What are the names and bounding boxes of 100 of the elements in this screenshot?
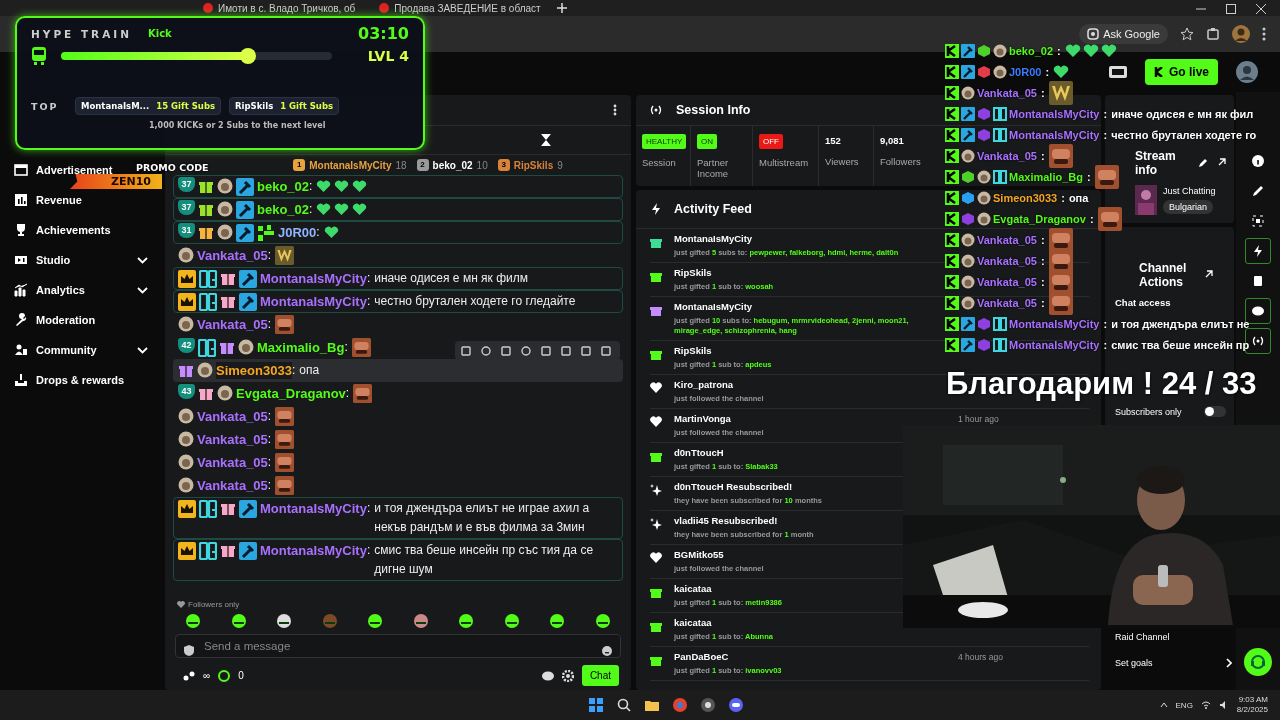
maximize-icon[interactable]: [1226, 4, 1236, 14]
separator: :: [291, 362, 296, 379]
user-avatar-icon[interactable]: [1236, 61, 1258, 83]
close-icon[interactable]: [1256, 4, 1266, 14]
help-icon[interactable]: [1244, 648, 1272, 676]
chat-app-icon[interactable]: [727, 697, 744, 713]
separator: :: [1086, 170, 1091, 183]
chevron-right-icon: [1226, 658, 1232, 668]
category-name[interactable]: Just Chatting: [1163, 186, 1216, 196]
settings-icon[interactable]: [561, 669, 574, 682]
sparkle-icon: [650, 518, 662, 530]
separator: :: [1103, 107, 1108, 120]
popout-icon[interactable]: [1203, 270, 1213, 280]
hourglass-icon[interactable]: [541, 134, 551, 146]
feed-username[interactable]: MontanaIsMyCity: [674, 301, 753, 313]
toggle-switch[interactable]: [1204, 406, 1226, 417]
emote-icon[interactable]: [183, 613, 203, 629]
separator: :: [267, 477, 272, 494]
chat-bubble-icon[interactable]: [541, 670, 554, 681]
leaderboard-name[interactable]: MontanaIsMyCity: [309, 159, 392, 171]
new-tab-icon[interactable]: [556, 3, 567, 13]
pencil-icon[interactable]: [1198, 158, 1208, 168]
heart-emote-icon: [352, 203, 368, 216]
more-icon[interactable]: [1262, 27, 1266, 41]
sidebar-item[interactable]: Revenue: [14, 190, 82, 210]
sidebar-item[interactable]: Community: [14, 340, 148, 360]
extension-icon[interactable]: [1206, 27, 1220, 41]
action-link[interactable]: Raid Channel: [1105, 626, 1234, 648]
separator: :: [309, 178, 313, 195]
feed-username[interactable]: MontanaIsMyCity: [674, 233, 753, 245]
more-icon[interactable]: [613, 104, 617, 116]
start-icon[interactable]: [587, 697, 604, 713]
avatar-icon: [178, 477, 194, 493]
panel-title: Stream info: [1135, 149, 1177, 177]
browser-tab[interactable]: Продава ЗАВЕДЕНИЕ в област: [371, 0, 549, 16]
months-badge: 37: [178, 200, 195, 215]
tag-chip[interactable]: Bulgarian: [1163, 200, 1214, 214]
overlay-username: MontanaIsMyCity: [1009, 107, 1100, 120]
sidebar-item[interactable]: Studio: [14, 250, 148, 270]
message-field[interactable]: Send a message: [175, 634, 621, 658]
feed-username[interactable]: vladii45 Resubscribed!: [674, 515, 778, 527]
overlay-banner-text: Благодарим ! 24 / 33: [946, 366, 1257, 401]
progress-knob: [239, 48, 256, 64]
analytics-icon: [14, 283, 28, 297]
star-icon[interactable]: [1180, 27, 1194, 41]
separator: :: [366, 293, 371, 308]
chevron-up-icon[interactable]: [1159, 702, 1168, 708]
event-time: 4 hours ago: [958, 651, 1003, 663]
leaderboard-name[interactable]: beko_02: [432, 159, 473, 171]
logo-icon: [1154, 67, 1164, 77]
search-icon[interactable]: [615, 697, 632, 713]
og-icon: [993, 337, 1007, 352]
chat-bubble-icon[interactable]: [1245, 298, 1271, 324]
feed-username[interactable]: d0nTtoucH Resubscribed!: [674, 481, 793, 493]
toggle-label: Subscribers only: [1115, 406, 1182, 417]
action-link[interactable]: Set goals: [1105, 652, 1234, 674]
feed-username[interactable]: d0nTtoucH: [674, 447, 724, 459]
feed-username[interactable]: kaicataa: [674, 583, 712, 595]
overlay-username: MontanaIsMyCity: [1009, 128, 1100, 141]
feed-username[interactable]: PanDaBoeC: [674, 651, 729, 663]
language-indicator[interactable]: ENG: [1175, 700, 1193, 710]
app-icon[interactable]: [699, 697, 716, 713]
go-live-button[interactable]: Go live: [1145, 59, 1218, 85]
popout-icon[interactable]: [1216, 158, 1226, 168]
sidebar-item[interactable]: Moderation: [14, 310, 96, 330]
ask-button[interactable]: Ask Google: [1079, 24, 1168, 44]
separator: :: [267, 431, 272, 448]
heart-emote-icon: [1064, 43, 1081, 58]
separator: :: [1040, 254, 1045, 267]
overlay-username: Vankata_05: [977, 233, 1037, 246]
chat-send-button[interactable]: Chat: [581, 665, 619, 686]
top-label: TOP: [31, 100, 60, 112]
feed-username[interactable]: BGMitko55: [674, 549, 724, 561]
feed-username[interactable]: RipSkils: [674, 267, 712, 279]
heart-icon: [177, 601, 185, 608]
overlay-username: MontanaIsMyCity: [1009, 338, 1100, 351]
overlay-message: иначе одисея е мн як фил: [1111, 107, 1254, 120]
leaderboard-name[interactable]: RipSkils: [513, 159, 554, 171]
clock-time: 9:03 AM: [1237, 695, 1268, 705]
feed-username[interactable]: Kiro_patrona: [674, 379, 734, 391]
username[interactable]: Simeon3033: [216, 362, 292, 379]
feed-username[interactable]: RipSkils: [674, 345, 712, 357]
months-badge: 31: [178, 223, 195, 238]
profile-avatar-icon[interactable]: [1232, 25, 1250, 43]
browser-icon[interactable]: [671, 697, 688, 713]
sidebar-item[interactable]: Analytics: [14, 280, 148, 300]
chevron-down-icon: [137, 286, 148, 294]
sidebar-item[interactable]: Drops & rewards: [14, 370, 125, 390]
sticker-emote-icon: [275, 476, 295, 495]
emoji-icon[interactable]: [602, 645, 612, 656]
avatar-icon: [178, 454, 194, 470]
browser-tab[interactable]: Имоти в с. Владо Тричков, об: [195, 0, 364, 16]
feed-username[interactable]: MartinVonga: [674, 413, 731, 425]
bolt-icon[interactable]: [1245, 238, 1271, 264]
feed-username[interactable]: kaicataa: [674, 617, 712, 629]
overlay-username: J0R00: [1009, 65, 1042, 78]
event-time: 1 hour ago: [958, 413, 999, 425]
progress-hint: 1,000 KICKs or 2 Subs to the next level: [149, 121, 327, 130]
sidebar-item[interactable]: Achievements: [14, 220, 111, 240]
revenue-icon: [14, 193, 28, 207]
